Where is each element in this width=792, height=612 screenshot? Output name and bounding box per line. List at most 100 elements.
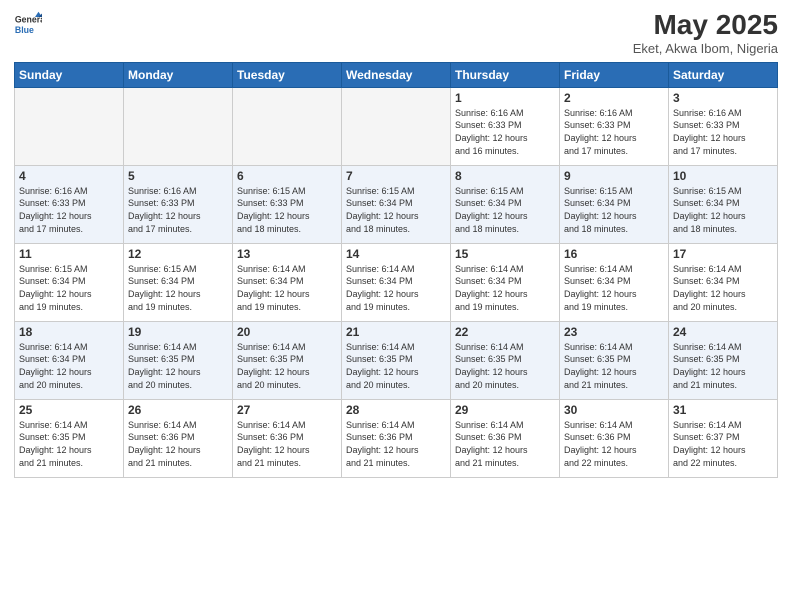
calendar-cell xyxy=(124,87,233,165)
day-info: Sunrise: 6:14 AM Sunset: 6:34 PM Dayligh… xyxy=(19,341,119,391)
day-number: 21 xyxy=(346,325,446,339)
calendar-cell: 13Sunrise: 6:14 AM Sunset: 6:34 PM Dayli… xyxy=(233,243,342,321)
weekday-header-row: Sunday Monday Tuesday Wednesday Thursday… xyxy=(15,62,778,87)
calendar-cell: 11 Sunrise: 6:15 AM Sunset: 6:34 PM Dayli… xyxy=(15,243,124,321)
day-number: 20 xyxy=(237,325,337,339)
day-info: Sunrise: 6:15 AM Sunset: 6:34 PM Dayligh… xyxy=(455,185,555,235)
day-number: 7 xyxy=(346,169,446,183)
day-info: Sunrise: 6:14 AM Sunset: 6:35 PM Dayligh… xyxy=(564,341,664,391)
calendar-cell: 16 Sunrise: 6:14 AM Sunset: 6:34 PM Dayli… xyxy=(560,243,669,321)
day-info: Sunrise: 6:14 AM Sunset: 6:36 PM Dayligh… xyxy=(237,419,337,469)
day-number: 4 xyxy=(19,169,119,183)
day-number: 8 xyxy=(455,169,555,183)
day-number: 17 xyxy=(673,247,773,261)
day-number: 3 xyxy=(673,91,773,105)
day-info: Sunrise: 6:14 AM Sunset: 6:34 PM Dayligh… xyxy=(673,263,773,313)
calendar-cell: 6Sunrise: 6:15 AM Sunset: 6:33 PM Daylig… xyxy=(233,165,342,243)
day-number: 27 xyxy=(237,403,337,417)
calendar-cell: 4 Sunrise: 6:16 AM Sunset: 6:33 PM Daylig… xyxy=(15,165,124,243)
page-container: General Blue May 2025 Eket, Akwa Ibom, N… xyxy=(0,0,792,612)
day-number: 15 xyxy=(455,247,555,261)
day-info: Sunrise: 6:16 AM Sunset: 6:33 PM Dayligh… xyxy=(455,107,555,157)
day-number: 22 xyxy=(455,325,555,339)
calendar-cell: 14 Sunrise: 6:14 AM Sunset: 6:34 PM Dayli… xyxy=(342,243,451,321)
day-number: 30 xyxy=(564,403,664,417)
calendar-week-row: 4 Sunrise: 6:16 AM Sunset: 6:33 PM Daylig… xyxy=(15,165,778,243)
calendar-cell xyxy=(15,87,124,165)
calendar-cell: 23 Sunrise: 6:14 AM Sunset: 6:35 PM Dayli… xyxy=(560,321,669,399)
calendar-cell: 10 Sunrise: 6:15 AM Sunset: 6:34 PM Dayli… xyxy=(669,165,778,243)
day-number: 19 xyxy=(128,325,228,339)
header-monday: Monday xyxy=(124,62,233,87)
calendar-cell: 1 Sunrise: 6:16 AM Sunset: 6:33 PM Daylig… xyxy=(451,87,560,165)
svg-text:Blue: Blue xyxy=(15,25,34,35)
header-wednesday: Wednesday xyxy=(342,62,451,87)
header: General Blue May 2025 Eket, Akwa Ibom, N… xyxy=(14,10,778,56)
day-number: 12 xyxy=(128,247,228,261)
calendar-cell: 5 Sunrise: 6:16 AM Sunset: 6:33 PM Daylig… xyxy=(124,165,233,243)
day-info: Sunrise: 6:15 AM Sunset: 6:34 PM Dayligh… xyxy=(346,185,446,235)
calendar-cell: 8 Sunrise: 6:15 AM Sunset: 6:34 PM Daylig… xyxy=(451,165,560,243)
header-thursday: Thursday xyxy=(451,62,560,87)
day-number: 16 xyxy=(564,247,664,261)
calendar-cell: 7 Sunrise: 6:15 AM Sunset: 6:34 PM Daylig… xyxy=(342,165,451,243)
day-info: Sunrise: 6:14 AM Sunset: 6:35 PM Dayligh… xyxy=(128,341,228,391)
main-title: May 2025 xyxy=(633,10,778,41)
day-info: Sunrise: 6:16 AM Sunset: 6:33 PM Dayligh… xyxy=(19,185,119,235)
calendar-cell: 26Sunrise: 6:14 AM Sunset: 6:36 PM Dayli… xyxy=(124,399,233,477)
calendar-cell xyxy=(342,87,451,165)
calendar-cell: 20Sunrise: 6:14 AM Sunset: 6:35 PM Dayli… xyxy=(233,321,342,399)
day-info: Sunrise: 6:15 AM Sunset: 6:34 PM Dayligh… xyxy=(19,263,119,313)
day-info: Sunrise: 6:14 AM Sunset: 6:35 PM Dayligh… xyxy=(455,341,555,391)
day-number: 13 xyxy=(237,247,337,261)
day-number: 23 xyxy=(564,325,664,339)
day-info: Sunrise: 6:14 AM Sunset: 6:34 PM Dayligh… xyxy=(455,263,555,313)
day-number: 29 xyxy=(455,403,555,417)
calendar-cell: 29 Sunrise: 6:14 AM Sunset: 6:36 PM Dayli… xyxy=(451,399,560,477)
day-number: 14 xyxy=(346,247,446,261)
calendar-cell: 27 Sunrise: 6:14 AM Sunset: 6:36 PM Dayli… xyxy=(233,399,342,477)
calendar-cell: 3 Sunrise: 6:16 AM Sunset: 6:33 PM Daylig… xyxy=(669,87,778,165)
calendar-table: Sunday Monday Tuesday Wednesday Thursday… xyxy=(14,62,778,478)
day-number: 26 xyxy=(128,403,228,417)
calendar-week-row: 1 Sunrise: 6:16 AM Sunset: 6:33 PM Daylig… xyxy=(15,87,778,165)
calendar-cell: 18 Sunrise: 6:14 AM Sunset: 6:34 PM Dayli… xyxy=(15,321,124,399)
day-number: 10 xyxy=(673,169,773,183)
day-info: Sunrise: 6:15 AM Sunset: 6:33 PM Dayligh… xyxy=(237,185,337,235)
calendar-cell: 31 Sunrise: 6:14 AM Sunset: 6:37 PM Dayli… xyxy=(669,399,778,477)
day-info: Sunrise: 6:14 AM Sunset: 6:34 PM Dayligh… xyxy=(564,263,664,313)
day-info: Sunrise: 6:14 AM Sunset: 6:36 PM Dayligh… xyxy=(455,419,555,469)
calendar-cell: 25 Sunrise: 6:14 AM Sunset: 6:35 PM Dayli… xyxy=(15,399,124,477)
day-info: Sunrise: 6:14 AM Sunset: 6:35 PM Dayligh… xyxy=(673,341,773,391)
header-tuesday: Tuesday xyxy=(233,62,342,87)
calendar-cell: 2Sunrise: 6:16 AM Sunset: 6:33 PM Daylig… xyxy=(560,87,669,165)
day-number: 1 xyxy=(455,91,555,105)
calendar-cell: 28Sunrise: 6:14 AM Sunset: 6:36 PM Dayli… xyxy=(342,399,451,477)
day-info: Sunrise: 6:15 AM Sunset: 6:34 PM Dayligh… xyxy=(673,185,773,235)
calendar-cell: 15 Sunrise: 6:14 AM Sunset: 6:34 PM Dayli… xyxy=(451,243,560,321)
day-info: Sunrise: 6:15 AM Sunset: 6:34 PM Dayligh… xyxy=(128,263,228,313)
day-number: 11 xyxy=(19,247,119,261)
day-number: 5 xyxy=(128,169,228,183)
subtitle: Eket, Akwa Ibom, Nigeria xyxy=(633,41,778,56)
day-number: 2 xyxy=(564,91,664,105)
calendar-cell: 22 Sunrise: 6:14 AM Sunset: 6:35 PM Dayli… xyxy=(451,321,560,399)
calendar-cell: 24Sunrise: 6:14 AM Sunset: 6:35 PM Dayli… xyxy=(669,321,778,399)
day-number: 28 xyxy=(346,403,446,417)
day-info: Sunrise: 6:14 AM Sunset: 6:34 PM Dayligh… xyxy=(346,263,446,313)
day-info: Sunrise: 6:16 AM Sunset: 6:33 PM Dayligh… xyxy=(673,107,773,157)
day-info: Sunrise: 6:16 AM Sunset: 6:33 PM Dayligh… xyxy=(128,185,228,235)
day-number: 25 xyxy=(19,403,119,417)
day-number: 9 xyxy=(564,169,664,183)
logo-icon: General Blue xyxy=(14,10,42,38)
day-info: Sunrise: 6:14 AM Sunset: 6:37 PM Dayligh… xyxy=(673,419,773,469)
calendar-cell: 17 Sunrise: 6:14 AM Sunset: 6:34 PM Dayli… xyxy=(669,243,778,321)
day-info: Sunrise: 6:15 AM Sunset: 6:34 PM Dayligh… xyxy=(564,185,664,235)
day-info: Sunrise: 6:14 AM Sunset: 6:35 PM Dayligh… xyxy=(19,419,119,469)
header-sunday: Sunday xyxy=(15,62,124,87)
logo: General Blue xyxy=(14,10,42,38)
day-number: 31 xyxy=(673,403,773,417)
day-info: Sunrise: 6:14 AM Sunset: 6:35 PM Dayligh… xyxy=(346,341,446,391)
day-number: 18 xyxy=(19,325,119,339)
calendar-week-row: 18 Sunrise: 6:14 AM Sunset: 6:34 PM Dayli… xyxy=(15,321,778,399)
